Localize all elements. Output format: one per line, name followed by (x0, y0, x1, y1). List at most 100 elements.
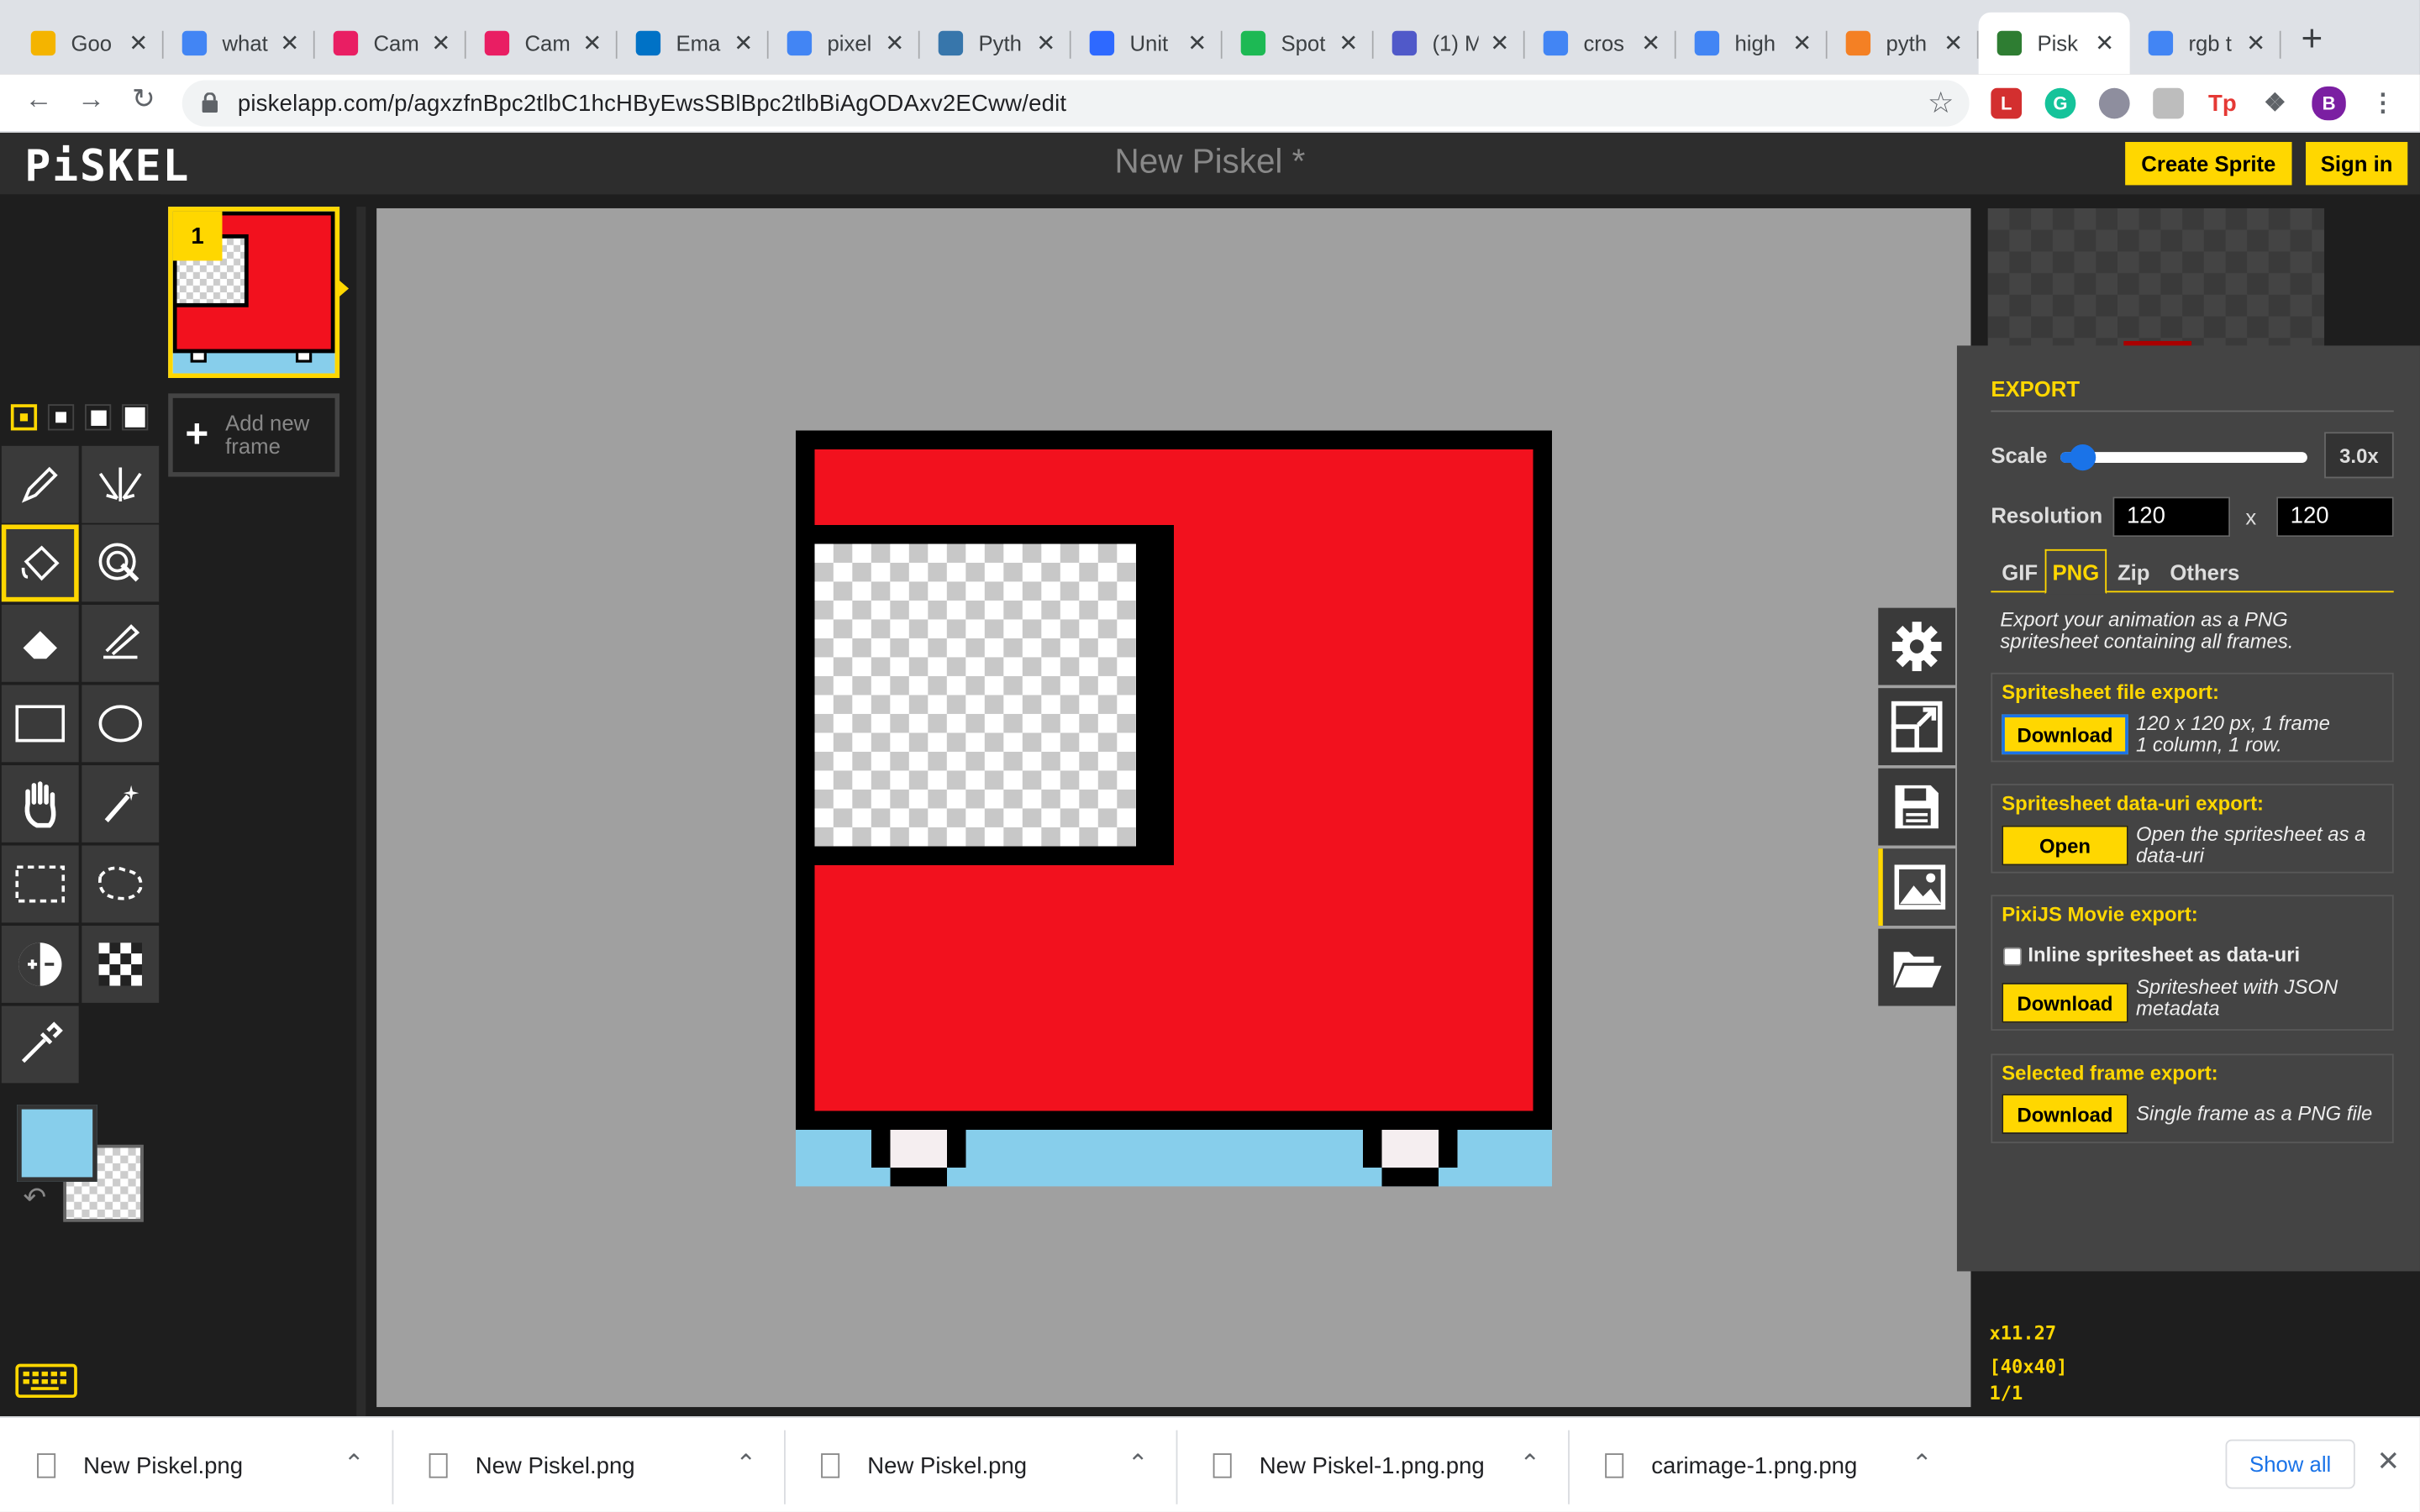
open-datauri-button[interactable]: Open (2002, 825, 2128, 866)
browser-menu-icon[interactable]: ⋮ (2367, 88, 2398, 119)
close-tab-icon[interactable]: ✕ (280, 29, 299, 57)
pen-size-1[interactable] (10, 404, 38, 431)
browser-tab[interactable]: (1) M ✕ (1374, 13, 1525, 74)
browser-tab[interactable]: Cam ✕ (466, 13, 618, 74)
browser-tab[interactable]: pyth ✕ (1828, 13, 1979, 74)
tab-zip[interactable]: Zip (2118, 560, 2150, 585)
close-tab-icon[interactable]: ✕ (129, 29, 148, 57)
browser-tab[interactable]: Pisk ✕ (1978, 12, 2130, 75)
bookmark-star-icon[interactable]: ☆ (1928, 87, 1954, 122)
close-tab-icon[interactable]: ✕ (582, 29, 602, 57)
scale-slider-thumb[interactable] (2070, 444, 2096, 471)
browser-tab[interactable]: high ✕ (1676, 13, 1828, 74)
extension-grammarly-icon[interactable]: G (2044, 87, 2076, 119)
close-tab-icon[interactable]: ✕ (1187, 29, 1207, 57)
save-button[interactable] (1878, 768, 1956, 846)
extensions-puzzle-icon[interactable]: ❖ (2260, 88, 2291, 119)
browser-tab[interactable]: Cam ✕ (315, 13, 466, 74)
chevron-up-icon[interactable]: ⌃ (1128, 1449, 1149, 1480)
new-tab-button[interactable]: + (2293, 18, 2330, 61)
close-tab-icon[interactable]: ✕ (1641, 29, 1660, 57)
browser-tab[interactable]: Goo ✕ (13, 13, 164, 74)
download-item[interactable]: New Piskel-1.png.png ⌃ (1176, 1418, 1569, 1512)
dithering-tool[interactable] (82, 926, 160, 1003)
chevron-up-icon[interactable]: ⌃ (344, 1449, 365, 1480)
vertical-mirror-pen-tool[interactable] (82, 445, 160, 523)
extension-tp-icon[interactable]: Tp (2207, 88, 2238, 119)
reload-button[interactable]: ↻ (124, 83, 164, 116)
close-tab-icon[interactable]: ✕ (431, 29, 450, 57)
rectangle-selection-tool[interactable] (1, 845, 79, 923)
shape-selection-tool[interactable] (82, 765, 160, 843)
resolution-height-input[interactable]: 120 (2276, 496, 2394, 538)
browser-tab[interactable]: Spot ✕ (1223, 13, 1374, 74)
stroke-tool[interactable] (82, 604, 160, 682)
download-item[interactable]: New Piskel.png ⌃ (0, 1418, 392, 1512)
browser-tab[interactable]: Pyth ✕ (920, 13, 1071, 74)
close-tab-icon[interactable]: ✕ (1036, 29, 1055, 57)
pen-tool[interactable] (1, 445, 79, 523)
download-item[interactable]: New Piskel.png ⌃ (392, 1418, 785, 1512)
browser-tab[interactable]: pixel ✕ (769, 13, 920, 74)
download-item[interactable]: New Piskel.png ⌃ (784, 1418, 1176, 1512)
browser-tab[interactable]: Ema ✕ (618, 13, 769, 74)
pen-size-2[interactable] (47, 404, 75, 431)
download-item[interactable]: carimage-1.png.png ⌃ (1568, 1418, 1960, 1512)
extension-circle-icon[interactable] (2098, 87, 2130, 119)
resize-button[interactable] (1878, 688, 1956, 766)
browser-tab[interactable]: Unit ✕ (1071, 13, 1223, 74)
move-tool[interactable] (1, 765, 79, 843)
settings-button[interactable] (1878, 607, 1956, 685)
forward-button[interactable]: → (71, 83, 111, 116)
close-tab-icon[interactable]: ✕ (1490, 29, 1509, 57)
browser-tab[interactable]: what ✕ (164, 13, 315, 74)
primary-color-swatch[interactable] (17, 1105, 97, 1182)
keyboard-shortcuts-icon[interactable] (15, 1363, 77, 1399)
extension-reader-icon[interactable] (2153, 87, 2184, 119)
close-tab-icon[interactable]: ✕ (1792, 29, 1812, 57)
chevron-up-icon[interactable]: ⌃ (735, 1449, 756, 1480)
browser-tab[interactable]: cros ✕ (1525, 13, 1676, 74)
chevron-up-icon[interactable]: ⌃ (1912, 1449, 1933, 1480)
show-all-button[interactable]: Show all (2225, 1439, 2355, 1489)
spritesheet-download-button[interactable]: Download (2002, 714, 2128, 755)
paint-all-same-color-tool[interactable] (82, 524, 160, 602)
scale-slider[interactable] (2060, 444, 2307, 471)
close-tab-icon[interactable]: ✕ (2095, 29, 2114, 57)
address-bar[interactable]: piskelapp.com/p/agxzfnBpc2tlbC1hcHByEwsS… (182, 80, 1970, 127)
sign-in-button[interactable]: Sign in (2306, 141, 2408, 186)
tab-png[interactable]: PNG (2044, 549, 2107, 595)
frame-thumbnail[interactable]: 1 (168, 207, 340, 378)
close-downloads-icon[interactable]: ✕ (2377, 1446, 2401, 1478)
tab-gif[interactable]: GIF (2002, 560, 2038, 585)
inline-datauri-checkbox[interactable] (2003, 947, 2023, 966)
back-button[interactable]: ← (18, 83, 59, 116)
selected-frame-download-button[interactable]: Download (2002, 1094, 2128, 1134)
resolution-width-input[interactable]: 120 (2112, 496, 2231, 538)
chevron-up-icon[interactable]: ⌃ (1519, 1449, 1540, 1480)
eraser-tool[interactable] (1, 604, 79, 682)
tab-others[interactable]: Others (2170, 560, 2239, 585)
lighten-tool[interactable] (1, 926, 79, 1003)
export-button[interactable] (1878, 848, 1956, 927)
close-tab-icon[interactable]: ✕ (2246, 29, 2265, 57)
add-new-frame-button[interactable]: + Add new frame (168, 393, 340, 477)
pen-size-3[interactable] (85, 404, 112, 431)
swap-colors-icon[interactable]: ↶ (24, 1182, 47, 1215)
circle-tool[interactable] (82, 685, 160, 763)
lasso-selection-tool[interactable] (82, 845, 160, 923)
close-tab-icon[interactable]: ✕ (1339, 29, 1358, 57)
pixijs-download-button[interactable]: Download (2002, 982, 2128, 1023)
create-sprite-button[interactable]: Create Sprite (2125, 141, 2292, 186)
pen-size-4[interactable] (122, 404, 149, 431)
browser-tab[interactable]: rgb t ✕ (2130, 13, 2281, 74)
rectangle-tool[interactable] (1, 685, 79, 763)
color-picker-tool[interactable] (1, 1005, 79, 1084)
paint-bucket-tool[interactable] (1, 524, 79, 602)
profile-avatar[interactable]: B (2312, 86, 2346, 121)
extension-lastpass-icon[interactable]: L (1991, 87, 2023, 119)
close-tab-icon[interactable]: ✕ (1944, 29, 1963, 57)
close-tab-icon[interactable]: ✕ (734, 29, 753, 57)
close-tab-icon[interactable]: ✕ (885, 29, 904, 57)
sprite-canvas[interactable] (795, 430, 1553, 1187)
